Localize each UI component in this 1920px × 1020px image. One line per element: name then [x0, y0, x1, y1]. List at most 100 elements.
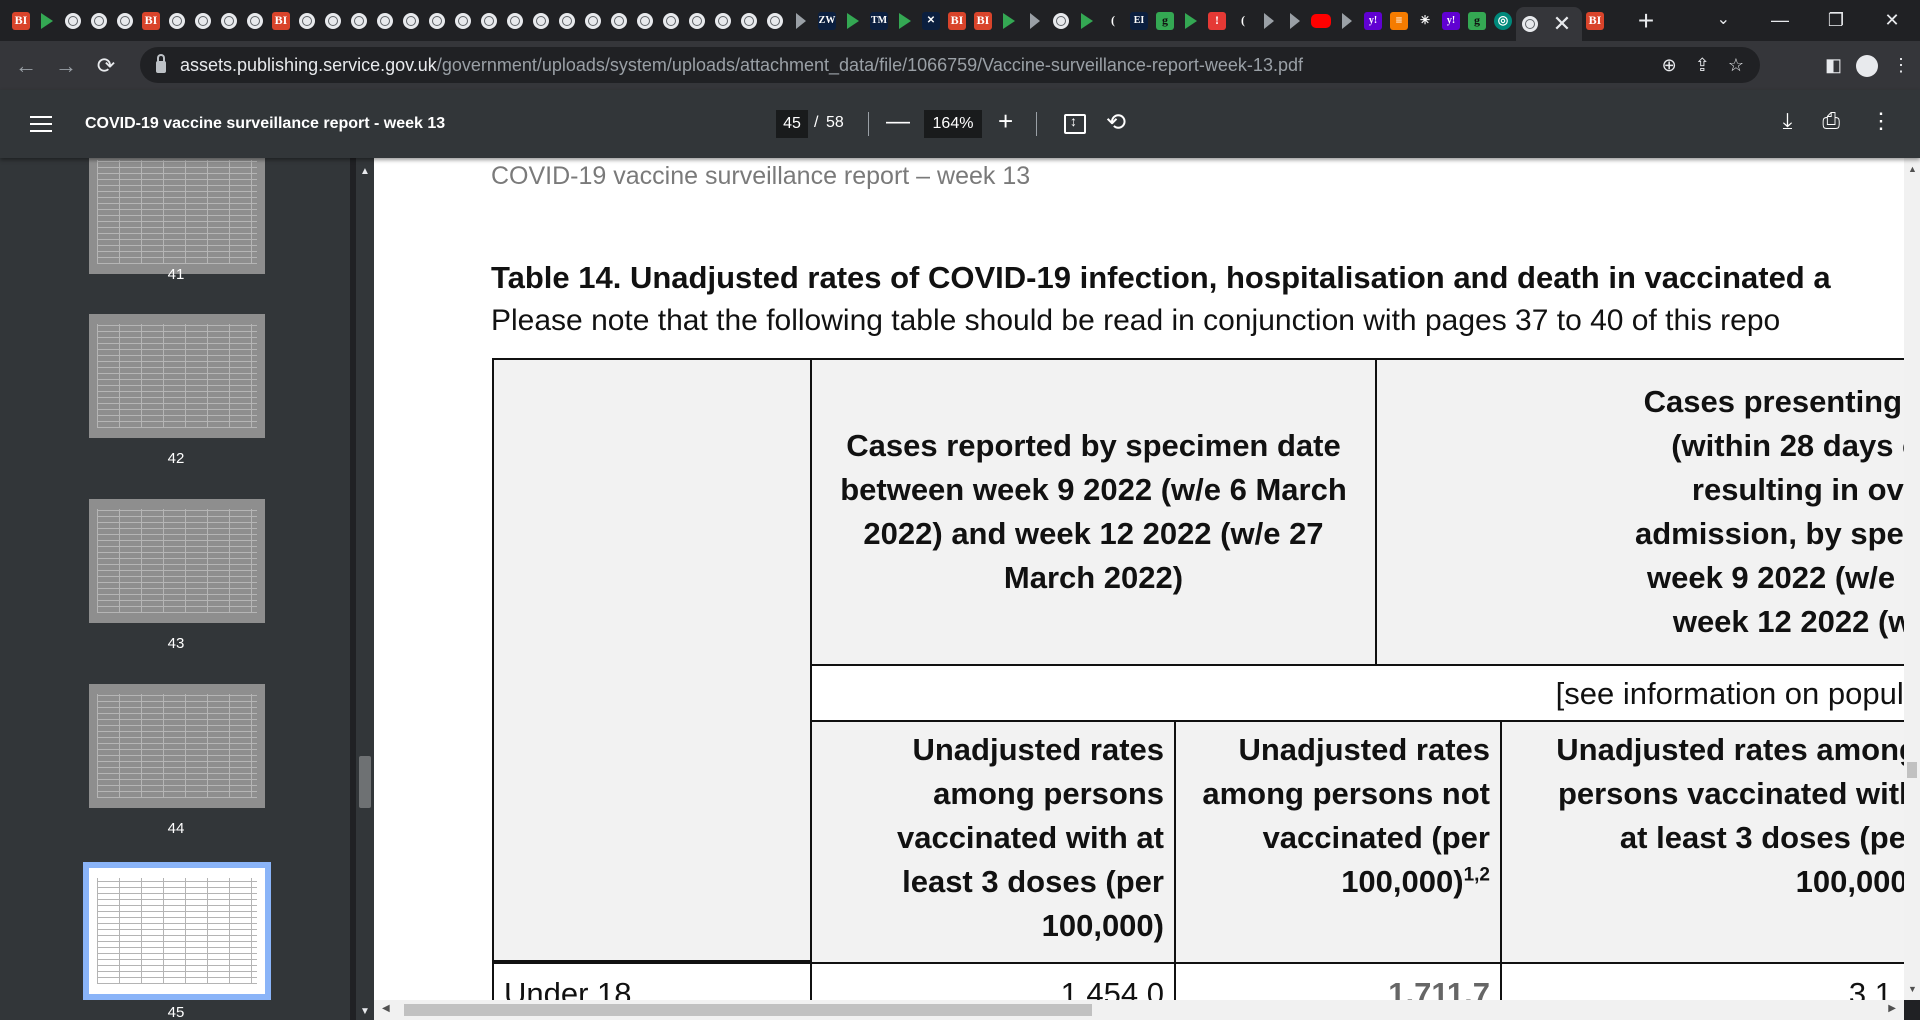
address-bar[interactable]: assets.publishing.service.gov.uk/governm… [140, 47, 1760, 83]
thumbnail-page[interactable] [89, 684, 265, 808]
browser-tab[interactable] [398, 8, 424, 34]
browser-tab[interactable]: ◎ [1490, 8, 1516, 34]
browser-tab[interactable] [216, 8, 242, 34]
browser-tab[interactable] [684, 8, 710, 34]
browser-tab[interactable]: ✕ [918, 8, 944, 34]
browser-tab[interactable] [1074, 8, 1100, 34]
browser-tab[interactable] [450, 8, 476, 34]
browser-tab[interactable] [1308, 8, 1334, 34]
browser-tab[interactable] [164, 8, 190, 34]
zoom-in-button[interactable]: + [998, 106, 1013, 137]
browser-tab[interactable] [320, 8, 346, 34]
zoom-input[interactable]: 164% [924, 110, 982, 138]
close-tab-button[interactable]: ✕ [1548, 11, 1576, 37]
reload-button[interactable]: ⟳ [86, 46, 126, 86]
browser-tab[interactable]: y! [1438, 8, 1464, 34]
scroll-right-icon[interactable]: ▶ [1888, 1003, 1896, 1014]
browser-tab[interactable]: ≡ [1386, 8, 1412, 34]
browser-tab[interactable]: BI [970, 8, 996, 34]
browser-tab[interactable]: y! [1360, 8, 1386, 34]
browser-tab[interactable] [60, 8, 86, 34]
zoom-icon[interactable]: ⊕ [1662, 55, 1677, 76]
bookmark-star-icon[interactable]: ☆ [1728, 55, 1744, 76]
page-number-input[interactable]: 45 [776, 110, 808, 138]
browser-tab[interactable] [112, 8, 138, 34]
profile-avatar[interactable] [1856, 54, 1878, 77]
scroll-up-icon[interactable]: ▲ [1908, 164, 1917, 174]
browser-tab[interactable] [424, 8, 450, 34]
side-panel-icon[interactable]: ◧ [1825, 55, 1842, 76]
close-window-button[interactable]: ✕ [1864, 0, 1920, 41]
thumbnail-page-active[interactable] [83, 862, 271, 1000]
tab-search-button[interactable]: ⌄ [1717, 9, 1730, 29]
rotate-icon[interactable]: ⟲ [1106, 108, 1126, 137]
browser-tab[interactable] [554, 8, 580, 34]
browser-tab[interactable] [294, 8, 320, 34]
browser-tab[interactable] [632, 8, 658, 34]
browser-tab[interactable]: ✳ [1412, 8, 1438, 34]
tab-bi[interactable]: BI [1582, 8, 1608, 34]
scroll-left-icon[interactable]: ◀ [382, 1003, 390, 1014]
scrollbar-thumb[interactable] [404, 1004, 1092, 1016]
thumbnail-page[interactable] [89, 499, 265, 623]
share-icon[interactable]: ⇪ [1695, 55, 1710, 76]
browser-tab[interactable]: TM [866, 8, 892, 34]
browser-menu-icon[interactable]: ⋮ [1892, 55, 1910, 76]
more-options-icon[interactable]: ⋮ [1870, 108, 1892, 134]
print-icon[interactable]: ⎙ [1822, 108, 1840, 134]
browser-tab[interactable]: EI [1126, 8, 1152, 34]
new-tab-button[interactable]: + [1632, 5, 1660, 37]
scroll-down-icon[interactable]: ▼ [1908, 984, 1917, 994]
browser-tab[interactable] [528, 8, 554, 34]
browser-tab[interactable] [190, 8, 216, 34]
browser-tab[interactable]: ZW [814, 8, 840, 34]
browser-tab[interactable] [242, 8, 268, 34]
back-button[interactable]: ← [6, 46, 46, 86]
browser-tab[interactable] [788, 8, 814, 34]
browser-tab[interactable] [1022, 8, 1048, 34]
thumbnail-page[interactable] [89, 314, 265, 438]
browser-tab[interactable] [736, 8, 762, 34]
browser-tab[interactable] [346, 8, 372, 34]
sidebar-scrollbar[interactable]: ▲ ▼ [356, 158, 374, 1020]
browser-tab[interactable] [840, 8, 866, 34]
thumbnail-page[interactable] [89, 158, 265, 274]
browser-tab[interactable] [86, 8, 112, 34]
restore-button[interactable]: ❐ [1808, 0, 1864, 41]
page-horizontal-scrollbar[interactable]: ◀ ▶ [374, 1000, 1904, 1020]
scrollbar-thumb[interactable] [359, 756, 371, 808]
fit-page-icon[interactable] [1064, 113, 1086, 134]
scrollbar-thumb[interactable] [1907, 762, 1917, 778]
scroll-up-icon[interactable]: ▲ [360, 166, 370, 177]
browser-tab[interactable] [476, 8, 502, 34]
browser-tab[interactable] [1256, 8, 1282, 34]
pdf-viewer[interactable]: COVID-19 vaccine surveillance report – w… [374, 158, 1920, 1000]
browser-tab[interactable]: g [1464, 8, 1490, 34]
menu-icon[interactable] [30, 116, 52, 137]
active-tab[interactable]: ✕ [1516, 7, 1582, 41]
browser-tab[interactable] [502, 8, 528, 34]
zoom-out-button[interactable]: — [886, 108, 910, 136]
browser-tab[interactable] [606, 8, 632, 34]
browser-tab[interactable] [580, 8, 606, 34]
browser-tab[interactable]: BI [944, 8, 970, 34]
page-vertical-scrollbar[interactable]: ▲ ▼ [1904, 158, 1920, 1000]
browser-tab[interactable] [892, 8, 918, 34]
browser-tab[interactable]: BI [138, 8, 164, 34]
browser-tab[interactable] [1334, 8, 1360, 34]
download-icon[interactable]: ⤓ [1783, 108, 1793, 134]
browser-tab[interactable] [1178, 8, 1204, 34]
browser-tab[interactable] [762, 8, 788, 34]
browser-tab[interactable] [658, 8, 684, 34]
forward-button[interactable]: → [46, 46, 86, 86]
browser-tab[interactable]: BI [268, 8, 294, 34]
browser-tab[interactable]: BI [8, 8, 34, 34]
browser-tab[interactable] [34, 8, 60, 34]
browser-tab[interactable] [1048, 8, 1074, 34]
browser-tab[interactable]: ! [1204, 8, 1230, 34]
browser-tab[interactable] [372, 8, 398, 34]
browser-tab[interactable]: ( [1230, 8, 1256, 34]
browser-tab[interactable] [1282, 8, 1308, 34]
browser-tab[interactable] [996, 8, 1022, 34]
browser-tab[interactable] [710, 8, 736, 34]
